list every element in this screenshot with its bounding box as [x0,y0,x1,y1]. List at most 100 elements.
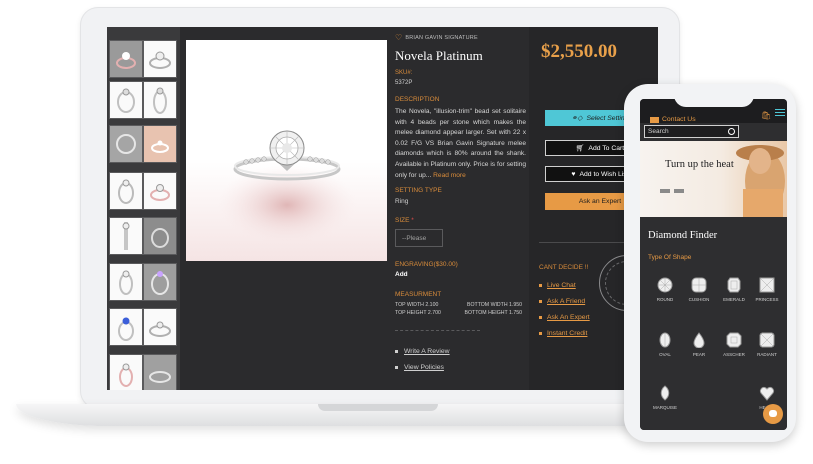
description-text: The Novela, "illusion-trim" bead set sol… [395,107,526,181]
chat-bubble-icon[interactable] [763,404,783,424]
instant-credit-link[interactable]: Instant Credit [539,330,587,337]
product-price: $2,550.00 [541,41,617,62]
view-policies-link[interactable]: View Policies [395,364,444,371]
shape-name: MARQUISE [652,405,677,410]
engraving-add-button[interactable]: Add [395,271,408,278]
sku-value: 5372P [395,80,413,86]
size-label-text: SIZE [395,217,410,224]
top-width: TOP WIDTH 2.100 [395,302,439,308]
cart-icon: 🛒︎ [575,145,585,152]
thumbnail-16[interactable] [143,354,177,390]
ring-image [217,130,357,245]
diamond-finder-section: Diamond Finder Type Of Shape ROUND CUSHI… [640,217,787,430]
shape-marquise[interactable]: MARQUISE [649,385,681,419]
thumbnail-gallery [107,27,180,390]
search-icon[interactable] [728,128,735,135]
thumbnail-15[interactable] [109,354,143,390]
thumbnail-2[interactable] [143,40,177,78]
radiant-diamond-icon [759,332,775,348]
ask-expert-label[interactable]: Ask An Expert [547,314,590,321]
princess-diamond-icon [759,277,775,293]
shape-name: ROUND [656,297,674,302]
phone-notch [674,89,754,107]
contact-us-label: Contact Us [662,116,696,123]
thumbnail-8[interactable] [143,172,177,210]
write-review-link[interactable]: Write A Review [395,348,450,355]
live-chat-link[interactable]: Live Chat [539,282,576,289]
thumbnail-13[interactable] [109,308,143,346]
live-chat-label[interactable]: Live Chat [547,282,576,289]
thumbnail-1[interactable] [109,40,143,78]
instant-credit-label[interactable]: Instant Credit [547,330,587,337]
thumbnail-10[interactable] [143,217,177,255]
promo-banner[interactable]: Turn up the heat [640,141,787,217]
heart-diamond-icon [759,386,775,401]
description-body: The Novela, "illusion-trim" bead set sol… [395,108,526,179]
thumbnail-5[interactable] [109,125,143,163]
shape-radiant[interactable]: RADIANT [751,332,783,366]
divider [395,330,480,331]
shape-cushion[interactable]: CUSHION [683,277,715,311]
bullet-icon [539,316,542,319]
shape-name: EMERALD [723,297,745,302]
phone-screen: Contact Us 🛍︎ Search Turn up the heat Di… [640,99,787,430]
contact-us-link[interactable]: Contact Us [650,116,696,123]
cant-decide-label: CANT DECIDE !! [539,264,589,271]
shape-name: CUSHION [688,297,710,302]
marquise-diamond-icon [660,385,670,401]
required-marker: * [411,217,414,224]
main-product-image[interactable] [186,40,387,261]
shape-type-label: Type Of Shape [648,254,692,261]
banner-title: Turn up the heat [665,159,734,170]
ask-friend-link[interactable]: Ask A Friend [539,298,585,305]
heart-icon[interactable]: ♡ [395,34,402,42]
shape-name: PEAR [692,352,706,357]
description-label: DESCRIPTION [395,96,440,103]
brand-name: BRIAN GAVIN SIGNATURE [405,35,478,41]
thumbnail-3[interactable] [109,81,143,119]
add-to-cart-label: Add To Cart [588,144,625,152]
read-more-link[interactable]: Read more [433,172,466,179]
view-policies-label[interactable]: View Policies [404,364,444,371]
thumbnail-6[interactable] [143,125,177,163]
size-select[interactable]: --Please [395,229,443,247]
add-to-wishlist-label: Add to Wish List [579,170,629,178]
shape-oval[interactable]: OVAL [649,332,681,366]
shape-pear[interactable]: PEAR [683,332,715,366]
bullet-icon [395,350,398,353]
model-image [660,145,785,217]
search-placeholder: Search [648,128,669,135]
measurement-row-height: TOP HEIGHT 2.700 BOTTOM HEIGHT 1.750 [395,310,522,316]
thumbnail-11[interactable] [109,263,143,301]
ask-expert-link[interactable]: Ask An Expert [539,314,590,321]
divider [539,242,629,243]
cushion-diamond-icon [691,277,707,293]
search-input[interactable]: Search [644,125,739,138]
thumbnail-14[interactable] [143,308,177,346]
engraving-label: ENGRAVING($30.00) [395,261,458,268]
asscher-diamond-icon [726,332,742,348]
shape-name: PRINCESS [755,297,779,302]
product-title: Novela Platinum [395,48,483,63]
shape-name: OVAL [659,352,671,357]
shape-emerald[interactable]: EMERALD [718,277,750,311]
brand-row: ♡ BRIAN GAVIN SIGNATURE [395,34,478,42]
thumbnail-12[interactable] [143,263,177,301]
diamond-finder-title: Diamond Finder [648,230,718,241]
sku-label: SKU#: [395,70,413,76]
bottom-width: BOTTOM WIDTH 1.950 [467,302,522,308]
cart-icon[interactable]: 🛍︎ [761,111,771,120]
thumbnail-9[interactable] [109,217,143,255]
thumbnail-4[interactable] [143,81,177,119]
product-details: ♡ BRIAN GAVIN SIGNATURE Novela Platinum … [395,27,535,390]
laptop-notch [318,404,438,411]
shape-asscher[interactable]: ASSCHER [718,332,750,366]
heart-icon: ♥ [571,170,576,178]
shape-princess[interactable]: PRINCESS [751,277,783,311]
menu-icon[interactable] [775,109,785,118]
shape-round[interactable]: ROUND [649,277,681,311]
write-review-label[interactable]: Write A Review [404,348,450,355]
top-height: TOP HEIGHT 2.700 [395,310,441,316]
ask-friend-label[interactable]: Ask A Friend [547,298,585,305]
thumbnail-7[interactable] [109,172,143,210]
